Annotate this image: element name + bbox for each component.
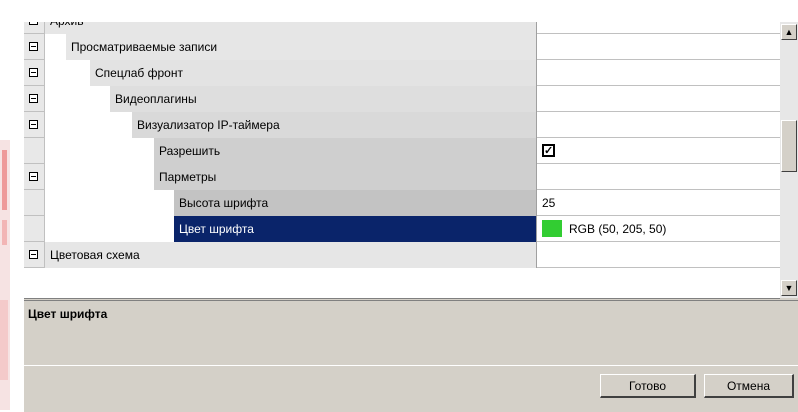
property-value[interactable]: ✓	[537, 138, 780, 164]
property-row-font-color[interactable]: Цвет шрифта RGB (50, 205, 50)	[24, 216, 780, 242]
property-row-font-height[interactable]: Высота шрифта 25	[24, 190, 780, 216]
collapse-icon[interactable]	[29, 68, 38, 77]
property-row-enable[interactable]: Разрешить ✓	[24, 138, 780, 164]
property-value[interactable]	[537, 112, 780, 138]
property-row-speclab-front[interactable]: Спецлаб фронт	[24, 60, 780, 86]
description-title: Цвет шрифта	[28, 307, 108, 321]
collapse-icon[interactable]	[29, 172, 38, 181]
property-row-ip-timer-visualizer[interactable]: Визуализатор IP-таймера	[24, 112, 780, 138]
property-name: Цвет шрифта	[174, 216, 536, 242]
property-row-color-scheme[interactable]: Цветовая схема	[24, 242, 780, 268]
scroll-down-icon[interactable]: ▼	[781, 280, 797, 296]
color-value: RGB (50, 205, 50)	[569, 222, 667, 236]
property-name: Высота шрифта	[174, 190, 536, 216]
expand-toggle[interactable]	[24, 164, 45, 190]
property-name: Спецлаб фронт	[90, 60, 536, 86]
color-swatch	[542, 220, 562, 237]
property-name: Парметры	[154, 164, 536, 190]
property-value[interactable]	[537, 242, 780, 268]
property-value[interactable]	[537, 164, 780, 190]
property-row-archive[interactable]: Архив	[24, 22, 780, 34]
property-row-parameters[interactable]: Парметры	[24, 164, 780, 190]
property-row-video-plugins[interactable]: Видеоплагины	[24, 86, 780, 112]
done-button[interactable]: Готово	[600, 374, 696, 398]
description-panel: Цвет шрифта	[24, 300, 798, 366]
property-value[interactable]: RGB (50, 205, 50)	[537, 216, 780, 242]
properties-dialog: Архив Просматриваемые записи Спецлаб фро…	[24, 22, 798, 412]
property-name: Разрешить	[154, 138, 536, 164]
collapse-icon[interactable]	[29, 42, 38, 51]
property-grid: Архив Просматриваемые записи Спецлаб фро…	[24, 22, 780, 299]
property-value[interactable]	[537, 86, 780, 112]
property-value[interactable]	[537, 34, 780, 60]
property-name: Видеоплагины	[110, 86, 536, 112]
collapse-icon[interactable]	[29, 120, 38, 129]
expand-toggle[interactable]	[24, 60, 45, 86]
property-value[interactable]	[537, 22, 780, 34]
expand-toggle[interactable]	[24, 22, 45, 34]
scroll-thumb[interactable]	[781, 120, 797, 172]
expand-toggle[interactable]	[24, 242, 45, 268]
property-name: Цветовая схема	[45, 242, 536, 268]
collapse-icon[interactable]	[29, 250, 38, 259]
collapse-icon[interactable]	[29, 22, 38, 25]
property-name: Архив	[45, 22, 536, 34]
cancel-button[interactable]: Отмена	[704, 374, 794, 398]
expand-toggle[interactable]	[24, 112, 45, 138]
expand-toggle[interactable]	[24, 34, 45, 60]
background-decoration	[0, 0, 12, 412]
property-name: Просматриваемые записи	[66, 34, 536, 60]
property-value[interactable]: 25	[537, 190, 780, 216]
collapse-icon[interactable]	[29, 94, 38, 103]
property-value[interactable]	[537, 60, 780, 86]
scroll-up-icon[interactable]: ▲	[781, 24, 797, 40]
property-name: Визуализатор IP-таймера	[132, 112, 536, 138]
enable-checkbox[interactable]: ✓	[542, 144, 555, 157]
property-row-viewed-records[interactable]: Просматриваемые записи	[24, 34, 780, 60]
vertical-scrollbar[interactable]: ▲ ▼	[780, 22, 798, 298]
expand-toggle[interactable]	[24, 86, 45, 112]
